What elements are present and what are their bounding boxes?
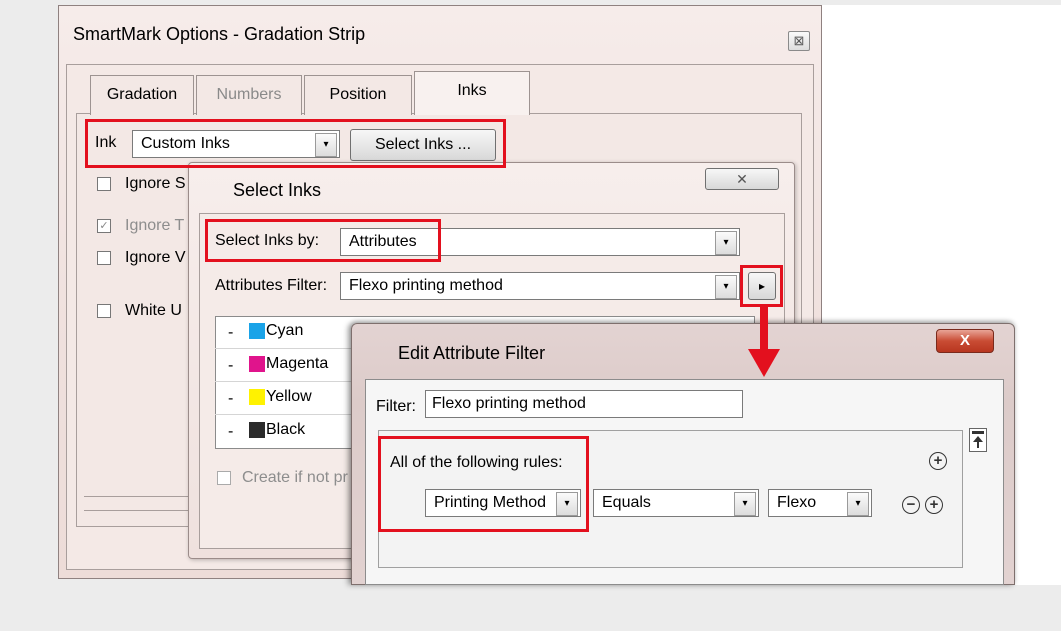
divider — [215, 381, 355, 382]
add-rule-icon[interactable]: + — [925, 496, 943, 514]
divider — [215, 348, 355, 349]
create-if-not-present-label: Create if not pr — [242, 469, 348, 486]
red-arrow-icon — [748, 305, 780, 377]
tab-inks[interactable]: Inks — [414, 71, 530, 115]
rule-operator-select[interactable]: Equals ▾ — [593, 489, 759, 517]
highlight-flyout-button — [740, 265, 783, 307]
filter-name-label: Filter: — [376, 398, 416, 415]
white-u-checkbox[interactable] — [97, 304, 111, 318]
select-inks-title: Select Inks — [233, 180, 322, 200]
tab-position[interactable]: Position — [304, 75, 412, 115]
divider — [84, 496, 194, 497]
rule-operator-value: Equals — [602, 494, 651, 511]
list-item-prefix: - — [228, 423, 234, 440]
chevron-down-icon[interactable]: ▾ — [715, 275, 737, 299]
smartmark-close-button[interactable]: ⊠ — [788, 31, 810, 51]
edit-filter-title: Edit Attribute Filter — [398, 343, 546, 363]
ignore-v-checkbox[interactable] — [97, 251, 111, 265]
tab-gradation[interactable]: Gradation — [90, 75, 194, 115]
highlight-ink-row — [85, 119, 506, 168]
attributes-filter-value: Flexo printing method — [349, 277, 503, 294]
list-item-cyan[interactable]: Cyan — [266, 322, 303, 340]
divider — [84, 510, 194, 511]
list-item-prefix: - — [228, 357, 234, 374]
edit-filter-close-button[interactable]: X — [936, 329, 994, 353]
ignore-t-label: Ignore T — [125, 217, 185, 234]
rule-value-value: Flexo — [777, 494, 817, 511]
add-rule-group-icon[interactable]: + — [929, 452, 947, 470]
chevron-down-icon[interactable]: ▾ — [734, 492, 756, 516]
chevron-down-icon[interactable]: ▾ — [847, 492, 869, 516]
list-item-prefix: - — [228, 324, 234, 341]
list-item-magenta[interactable]: Magenta — [266, 355, 328, 373]
check-icon: ✓ — [99, 220, 109, 232]
ignore-v-label: Ignore V — [125, 249, 186, 266]
white-u-label: White U — [125, 302, 182, 319]
select-inks-close-button[interactable]: ✕ — [705, 168, 779, 190]
highlight-select-by — [205, 219, 441, 262]
create-if-not-present-checkbox[interactable] — [217, 471, 231, 485]
attributes-filter-label: Attributes Filter: — [215, 277, 328, 294]
remove-rule-icon[interactable]: − — [902, 496, 920, 514]
list-item-black[interactable]: Black — [266, 421, 305, 439]
ignore-s-label: Ignore S — [125, 175, 186, 192]
magenta-swatch — [249, 356, 265, 372]
black-swatch — [249, 422, 265, 438]
attributes-filter-select[interactable]: Flexo printing method ▾ — [340, 272, 740, 300]
list-item-prefix: - — [228, 390, 234, 407]
smartmark-dialog-title: SmartMark Options - Gradation Strip — [73, 24, 366, 44]
filter-name-input[interactable]: Flexo printing method — [425, 390, 743, 418]
list-item-yellow[interactable]: Yellow — [266, 388, 312, 406]
rule-value-select[interactable]: Flexo ▾ — [768, 489, 872, 517]
tab-numbers[interactable]: Numbers — [196, 75, 302, 115]
ignore-s-checkbox[interactable] — [97, 177, 111, 191]
cyan-swatch — [249, 323, 265, 339]
yellow-swatch — [249, 389, 265, 405]
highlight-rule — [378, 436, 589, 532]
chevron-down-icon[interactable]: ▾ — [715, 231, 737, 255]
ignore-t-checkbox[interactable]: ✓ — [97, 219, 111, 233]
divider — [215, 414, 355, 415]
pin-icon[interactable] — [969, 428, 987, 452]
